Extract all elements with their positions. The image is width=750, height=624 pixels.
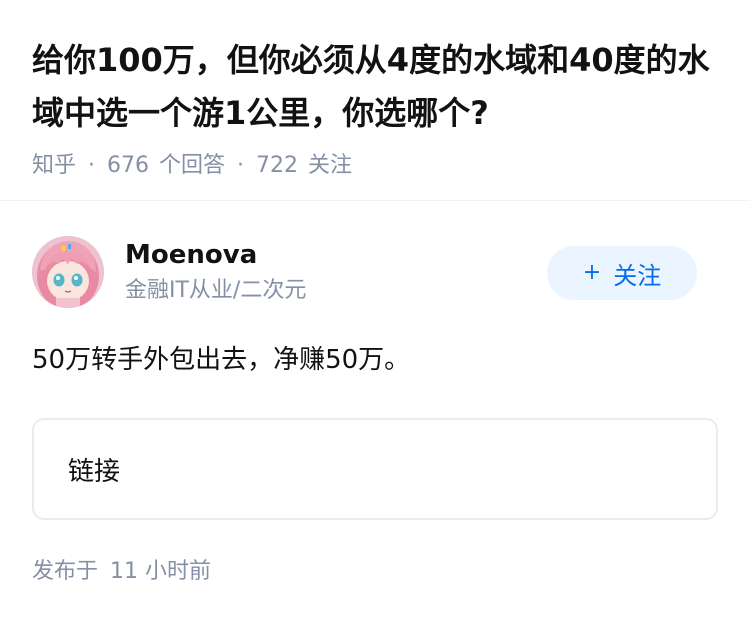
follower-count-label[interactable]: 关注 [308, 152, 352, 180]
author-headline: 金融IT从业/二次元 [125, 278, 307, 303]
author-row: Moenova 金融IT从业/二次元 + 关注 [32, 236, 718, 308]
answer-content: 50万转手外包出去，净赚50万。 [32, 345, 411, 375]
avatar[interactable] [32, 236, 104, 308]
follow-button[interactable]: + 关注 [547, 246, 697, 300]
publish-time: 发布于 11 小时前 [32, 558, 211, 586]
follower-count[interactable]: 722 [256, 152, 298, 180]
link-card-label: 链接 [68, 456, 121, 487]
section-divider [0, 200, 750, 201]
author-name[interactable]: Moenova [125, 239, 306, 271]
published-time: 11 小时前 [110, 559, 212, 584]
question-meta: 知乎 · 676 个回答 · 722 关注 [32, 152, 722, 180]
question-title[interactable]: 给你100万，但你必须从4度的水域和40度的水域中选一个游1公里，你选哪个? [32, 34, 722, 140]
source-label[interactable]: 知乎 [32, 152, 76, 180]
avatar-pink-hair-anime-girl-icon [32, 236, 104, 308]
plus-icon: + [582, 260, 602, 285]
answer-count-label[interactable]: 个回答 [159, 152, 225, 180]
link-card[interactable]: 链接 [32, 418, 718, 520]
question-header: 给你100万，但你必须从4度的水域和40度的水域中选一个游1公里，你选哪个? 知… [32, 34, 722, 180]
author-info: Moenova 金融IT从业/二次元 [125, 236, 306, 308]
published-label: 发布于 [32, 559, 99, 584]
follow-button-label: 关注 [613, 261, 662, 290]
meta-separator-dot: · [237, 153, 245, 178]
answer-count[interactable]: 676 [107, 152, 149, 180]
meta-separator-dot: · [88, 153, 96, 178]
